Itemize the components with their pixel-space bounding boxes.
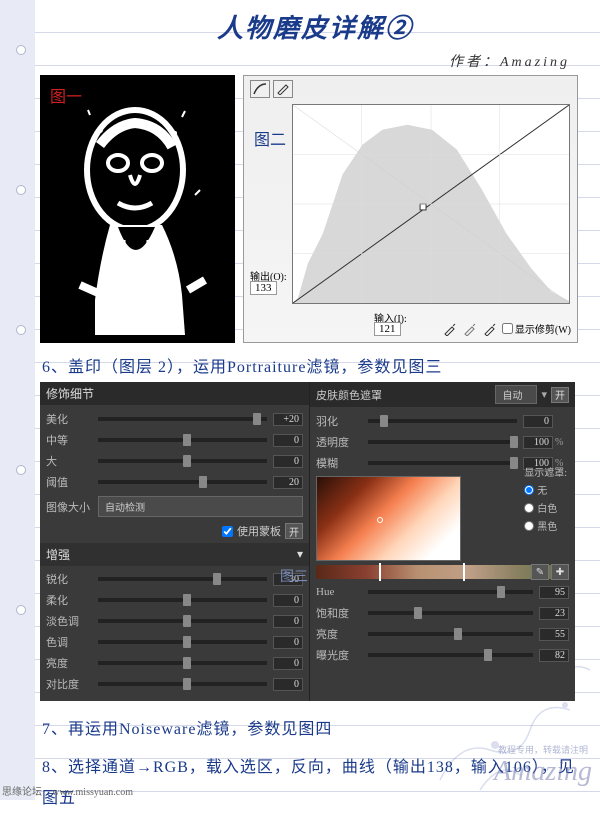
slider[interactable]: [98, 438, 267, 442]
slider[interactable]: [368, 590, 533, 594]
eyedropper-gray-icon[interactable]: [463, 322, 477, 336]
slider[interactable]: [98, 682, 267, 686]
slider[interactable]: [368, 419, 517, 423]
watermark-subtitle: 教程专用，转载请注明: [498, 743, 588, 756]
slider[interactable]: [98, 480, 267, 484]
slider[interactable]: [98, 598, 267, 602]
image-size-select[interactable]: 自动检测: [98, 496, 303, 517]
auto-select[interactable]: 自动: [495, 385, 537, 404]
footer-credit: 思缘论坛 www.missyuan.com: [2, 783, 133, 798]
slider-row: 美化+20: [46, 411, 303, 427]
hue-range-bar[interactable]: 图三 ✎✚: [316, 565, 569, 579]
slider-row: 对比度0: [46, 676, 303, 692]
open-button[interactable]: 开: [285, 523, 303, 539]
slider-row: 大0: [46, 453, 303, 469]
input-value[interactable]: 121: [374, 322, 401, 336]
slider[interactable]: [98, 577, 267, 581]
mask-none-radio[interactable]: 无: [524, 482, 567, 497]
image-size-label: 图像大小: [46, 499, 92, 515]
eyedropper-icon[interactable]: ✎: [531, 564, 549, 580]
figure-3-label: 图三: [280, 566, 308, 586]
show-clipping-checkbox[interactable]: 显示修剪(W): [502, 321, 571, 336]
eyedropper-black-icon[interactable]: [443, 322, 457, 336]
pencil-tool-icon[interactable]: [273, 80, 293, 98]
open-button-2[interactable]: 开: [551, 387, 569, 403]
slider-row: 亮度55: [316, 626, 569, 642]
slider[interactable]: [98, 459, 267, 463]
mask-white-radio[interactable]: 白色: [524, 500, 567, 515]
slider[interactable]: [368, 611, 533, 615]
slider[interactable]: [368, 653, 533, 657]
mask-display-options: 显示遮罩: 无 白色 黑色: [524, 464, 567, 536]
slider-row: 柔化0: [46, 592, 303, 608]
slider-row: 淡色调0: [46, 613, 303, 629]
curve-tool-icon[interactable]: [250, 80, 270, 98]
skin-mask-header: 皮肤颜色遮罩: [316, 387, 382, 403]
detail-header: 修饰细节: [40, 382, 309, 405]
output-value[interactable]: 133: [250, 281, 277, 295]
slider[interactable]: [368, 461, 517, 465]
step-7-text: 7、再运用Noiseware滤镜，参数见图四: [42, 715, 588, 745]
slider-row: 亮度0: [46, 655, 303, 671]
slider[interactable]: [98, 661, 267, 665]
slider-row: 曝光度82: [316, 647, 569, 663]
eyedropper-white-icon[interactable]: [483, 322, 497, 336]
slider[interactable]: [368, 632, 533, 636]
eyedropper-add-icon[interactable]: ✚: [551, 564, 569, 580]
figure-2-label: 图二: [254, 126, 286, 150]
mask-black-radio[interactable]: 黑色: [524, 518, 567, 533]
slider[interactable]: [98, 417, 267, 421]
slider-row: 中等0: [46, 432, 303, 448]
slider[interactable]: [98, 640, 267, 644]
slider[interactable]: [98, 619, 267, 623]
slider-row: 透明度100%: [316, 434, 569, 450]
figure-1-artwork: [40, 75, 235, 343]
figure-2-curves: 图二 输出(O): 133 输入(I): 121 显示修剪(W): [243, 75, 578, 343]
enhance-header: 增强: [46, 546, 70, 563]
page-title: 人物磨皮详解②: [40, 8, 590, 45]
collapse-icon[interactable]: ▾: [297, 547, 303, 562]
slider[interactable]: [368, 440, 517, 444]
slider-row: 锐化30: [46, 571, 303, 587]
portraiture-panel: 修饰细节 美化+20 中等0 大0 阈值20 图像大小自动检测 使用蒙板开 增强…: [40, 382, 575, 701]
color-swatch[interactable]: [316, 476, 461, 561]
watermark-logo: Amazing: [494, 756, 592, 788]
author-line: 作者：Amazing: [40, 51, 570, 71]
slider-row: 羽化0: [316, 413, 569, 429]
slider-row: 色调0: [46, 634, 303, 650]
slider-row: 阈值20: [46, 474, 303, 490]
use-mask-checkbox[interactable]: [222, 526, 233, 537]
slider-row: 饱和度23: [316, 605, 569, 621]
curves-histogram[interactable]: [292, 104, 570, 304]
step-6-text: 6、盖印（图层 2），运用Portraiture滤镜，参数见图三: [42, 353, 588, 377]
figure-1: 图一: [40, 75, 235, 343]
menu-icon[interactable]: ▾: [541, 388, 547, 401]
slider-row: Hue95: [316, 584, 569, 600]
